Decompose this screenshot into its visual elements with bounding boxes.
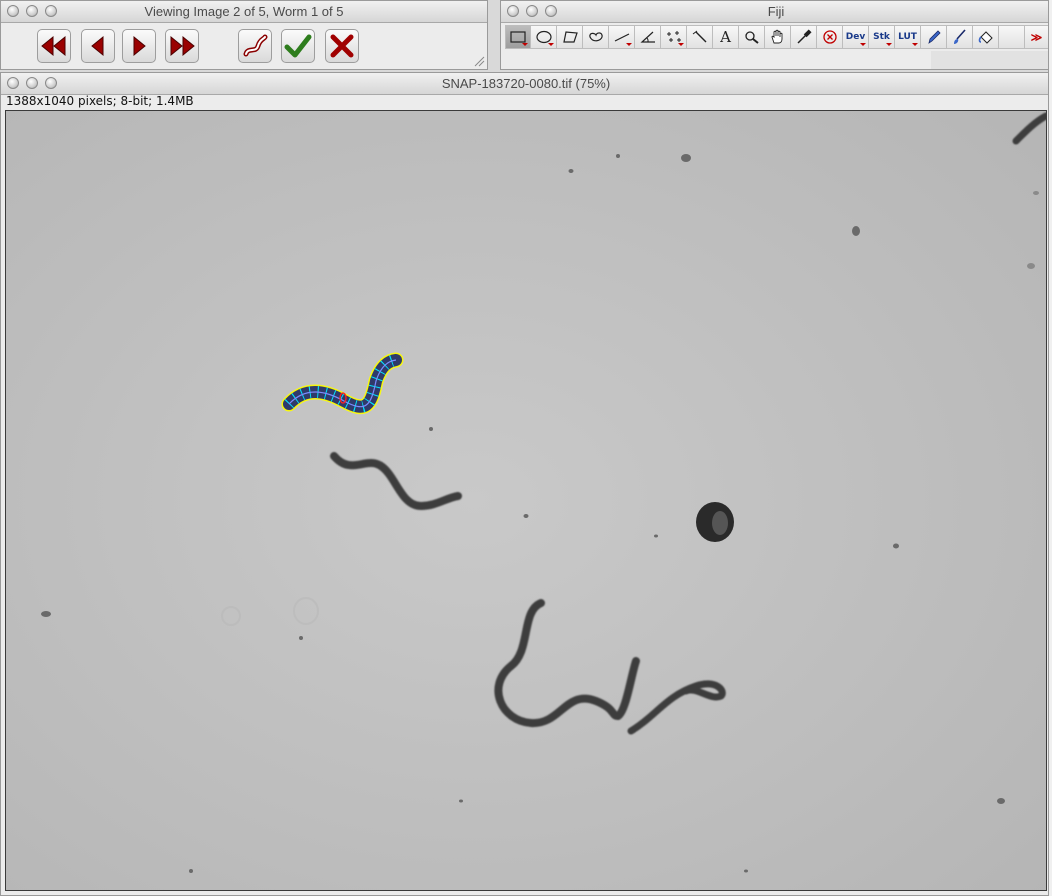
brush-icon — [953, 29, 966, 44]
dev-menu-tool[interactable]: Dev — [843, 25, 869, 49]
navigator-titlebar[interactable]: Viewing Image 2 of 5, Worm 1 of 5 — [1, 1, 487, 23]
magnifier-icon — [744, 31, 759, 44]
image-info-label: 1388x1040 pixels; 8-bit; 1.4MB — [6, 94, 194, 108]
circle-x-icon — [822, 30, 837, 44]
fiji-title: Fiji — [767, 4, 785, 19]
image-titlebar[interactable]: SNAP-183720-0080.tif (75%) — [1, 73, 1051, 95]
empty-tool[interactable] — [999, 25, 1025, 49]
worm-navigator-window: Viewing Image 2 of 5, Worm 1 of 5 — [0, 0, 488, 70]
color-picker-tool[interactable] — [791, 25, 817, 49]
navigator-title: Viewing Image 2 of 5, Worm 1 of 5 — [144, 4, 344, 19]
stack-icon: Stk — [873, 32, 890, 42]
freehand-icon — [588, 32, 603, 42]
double-left-arrow-icon — [41, 35, 66, 57]
double-right-arrow-icon — [170, 35, 195, 57]
hand-icon — [771, 29, 782, 44]
next-image-button[interactable] — [122, 29, 156, 63]
line-icon — [614, 33, 629, 42]
zoom-tool[interactable] — [739, 25, 765, 49]
more-tools[interactable]: ≫ — [1025, 25, 1049, 49]
point-tool[interactable] — [661, 25, 687, 49]
pencil-icon — [927, 30, 941, 44]
text-icon: A — [720, 28, 731, 46]
polygon-tool[interactable] — [557, 25, 583, 49]
background-window-edge — [1048, 0, 1052, 896]
first-image-button[interactable] — [37, 29, 71, 63]
checkmark-icon — [284, 34, 312, 58]
tool-palette: A Dev Stk LUT ≫ — [505, 25, 1049, 49]
draw-worm-button[interactable] — [238, 29, 272, 63]
angle-icon — [639, 31, 655, 43]
accept-button[interactable] — [281, 29, 315, 63]
rectangle-icon — [510, 31, 526, 43]
text-tool[interactable]: A — [713, 25, 739, 49]
right-arrow-icon — [133, 35, 146, 57]
x-mark-icon — [330, 34, 354, 58]
left-arrow-icon — [91, 35, 104, 57]
hand-tool[interactable] — [765, 25, 791, 49]
bucket-icon — [978, 31, 993, 44]
fiji-titlebar[interactable]: Fiji — [501, 1, 1051, 23]
angle-tool[interactable] — [635, 25, 661, 49]
double-chevron-icon: ≫ — [1030, 31, 1043, 44]
image-canvas[interactable] — [5, 110, 1047, 891]
lut-menu-tool[interactable]: LUT — [895, 25, 921, 49]
dark-particle-highlight — [712, 511, 728, 535]
reject-button[interactable] — [325, 29, 359, 63]
flood-fill-tool[interactable] — [973, 25, 999, 49]
fiji-toolbar-window: Fiji A Dev Stk LUT ≫ — [500, 0, 1052, 70]
resize-grip-icon[interactable] — [473, 55, 485, 67]
image-window: SNAP-183720-0080.tif (75%) 1388x1040 pix… — [0, 72, 1052, 896]
last-image-button[interactable] — [165, 29, 199, 63]
wand-icon — [692, 30, 706, 43]
wand-tool[interactable] — [687, 25, 713, 49]
pencil-tool[interactable] — [921, 25, 947, 49]
worm-outline-icon — [243, 34, 268, 57]
micrograph-image[interactable] — [6, 111, 1046, 890]
line-tool[interactable] — [609, 25, 635, 49]
image-title: SNAP-183720-0080.tif (75%) — [441, 76, 611, 91]
stack-menu-tool[interactable]: Stk — [869, 25, 895, 49]
dropper-icon — [796, 29, 812, 44]
lut-icon: LUT — [898, 32, 917, 42]
point-icon — [666, 31, 681, 42]
polygon-icon — [562, 31, 578, 43]
close-image-tool[interactable] — [817, 25, 843, 49]
oval-icon — [535, 30, 552, 44]
oval-tool[interactable] — [531, 25, 557, 49]
prev-image-button[interactable] — [81, 29, 115, 63]
fiji-status-bar — [931, 51, 1051, 69]
freehand-tool[interactable] — [583, 25, 609, 49]
dev-icon: Dev — [845, 32, 866, 42]
brush-tool[interactable] — [947, 25, 973, 49]
rectangle-tool[interactable] — [505, 25, 531, 49]
image-background — [6, 111, 1046, 890]
